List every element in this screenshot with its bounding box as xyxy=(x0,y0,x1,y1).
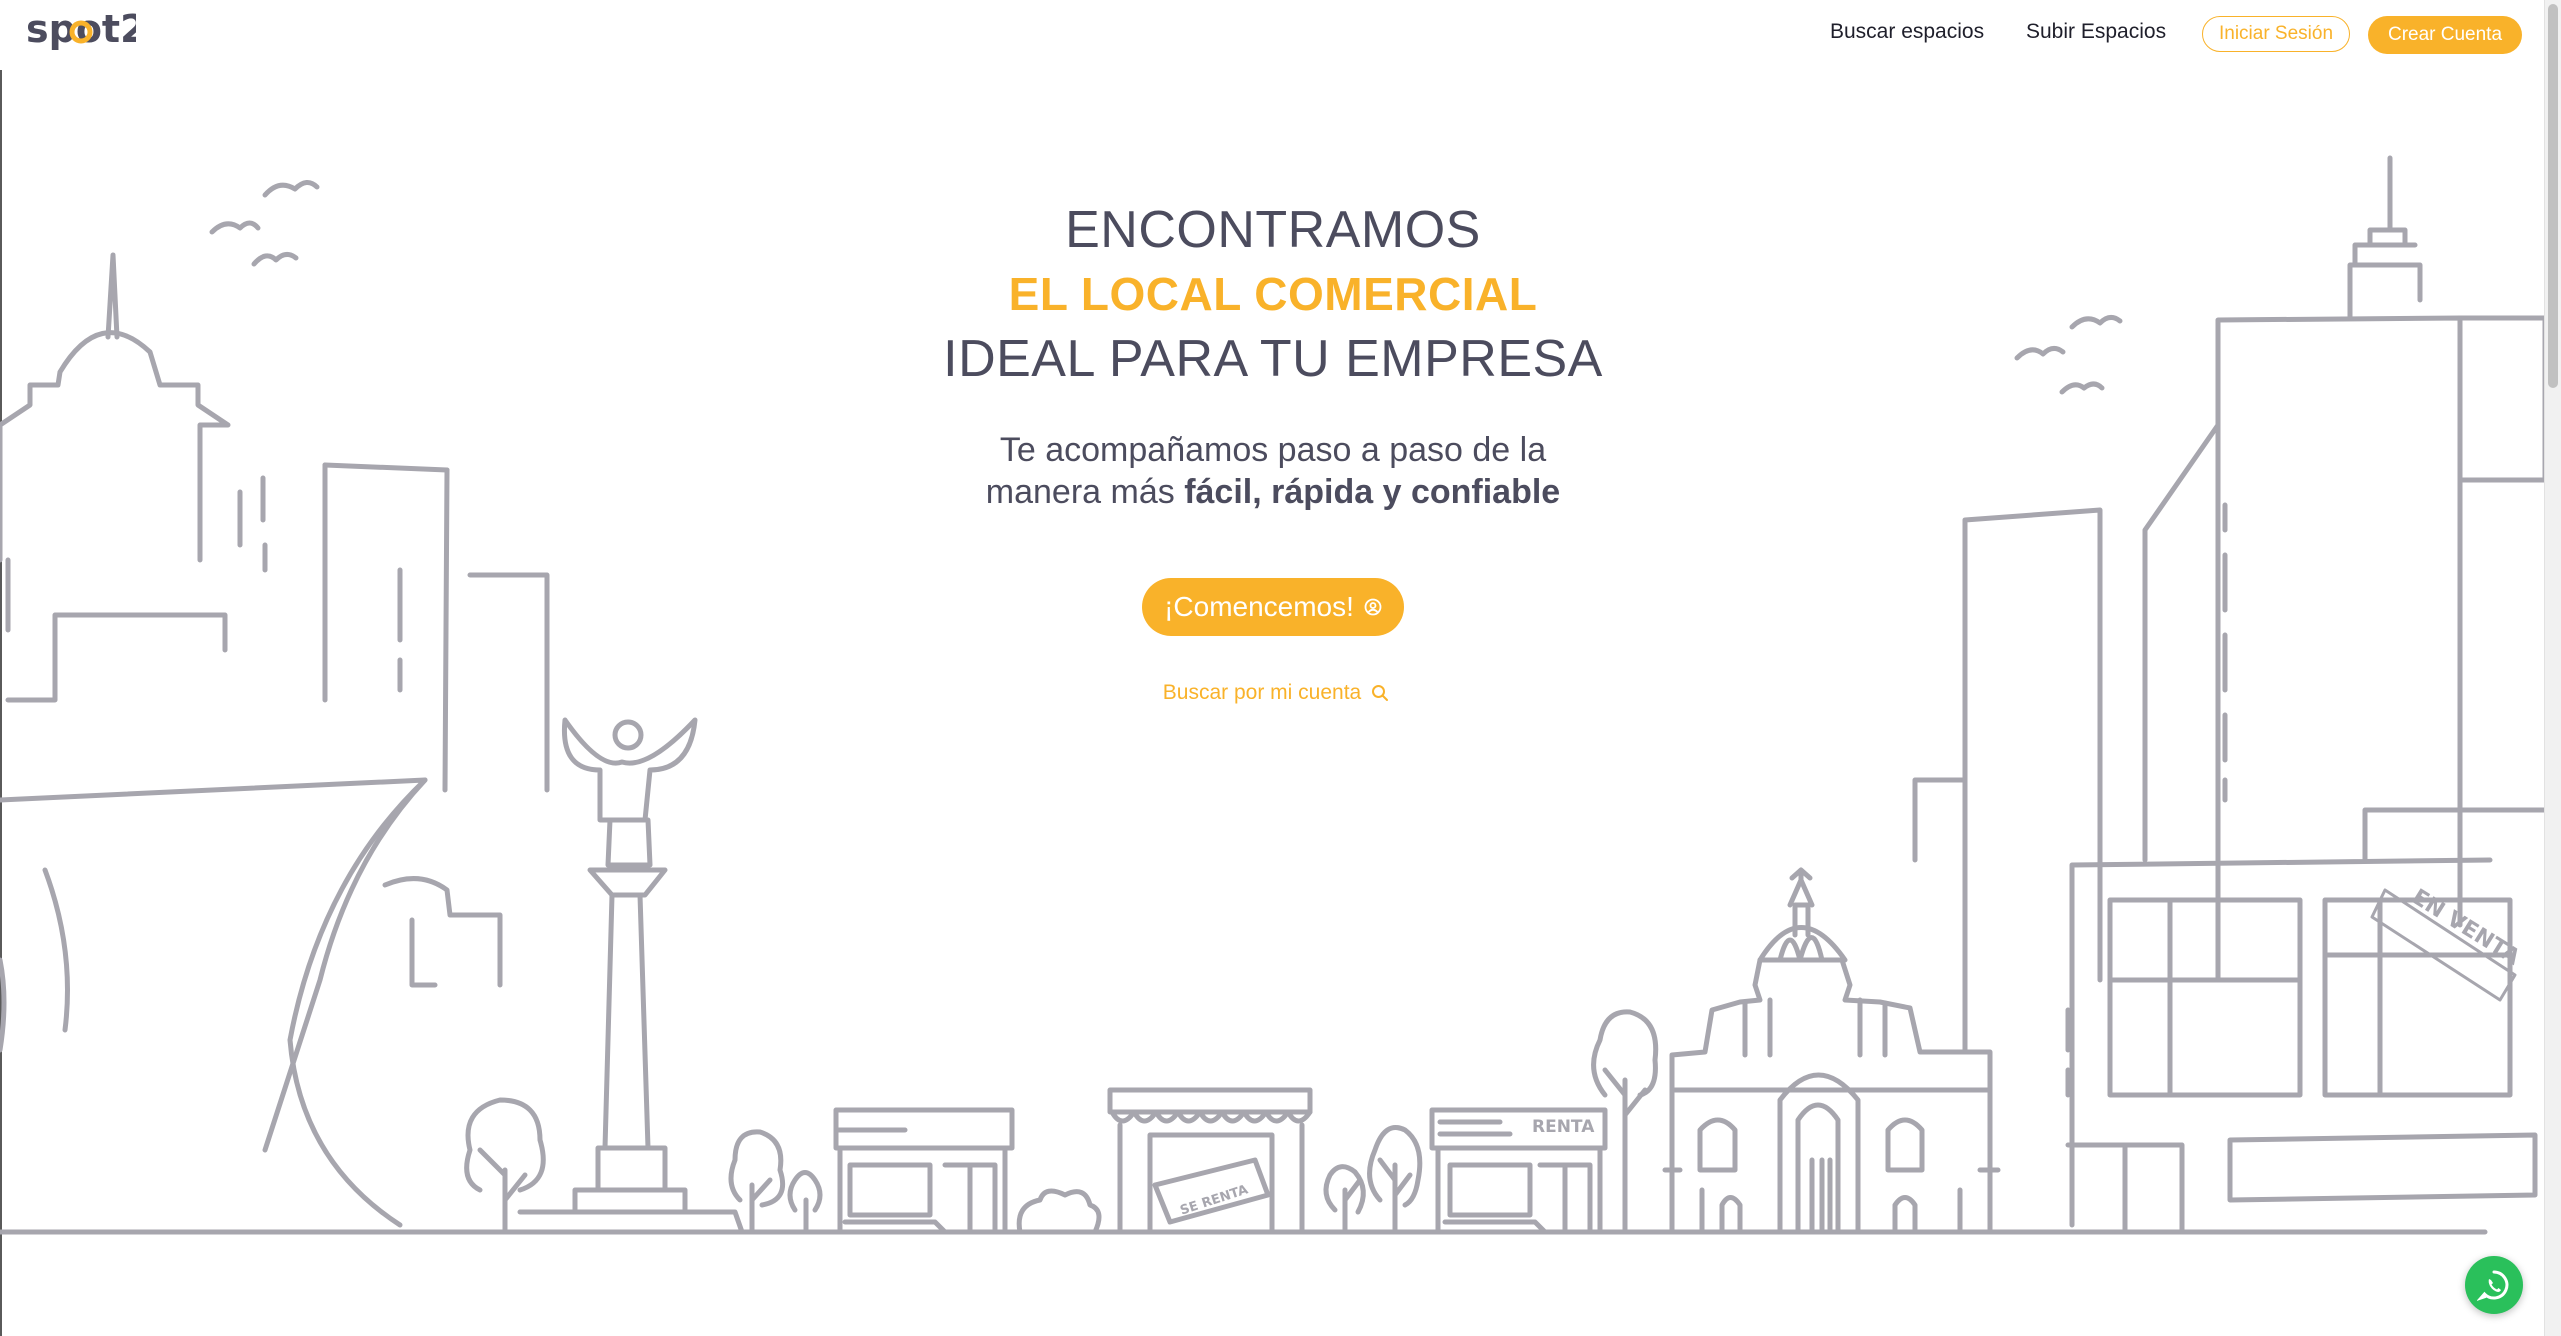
sign-renta: RENTA xyxy=(1532,1117,1595,1137)
top-navbar: spot2 Buscar espacios Subir Espacios Ini… xyxy=(0,0,2545,70)
hero-section: ENCONTRAMOS EL LOCAL COMERCIAL IDEAL PAR… xyxy=(880,195,1666,513)
whatsapp-button[interactable] xyxy=(2465,1256,2523,1314)
start-button-label: ¡Comencemos! xyxy=(1164,591,1354,622)
search-on-my-own-link[interactable]: Buscar por mi cuenta xyxy=(1152,678,1400,708)
page: SE RENTA RENTA EN VENTA spot2 Buscar esp… xyxy=(0,0,2561,1336)
search-link-label: Buscar por mi cuenta xyxy=(1162,681,1362,704)
user-circle-icon xyxy=(1364,598,1382,616)
whatsapp-icon xyxy=(2477,1270,2509,1301)
hero-title-highlight: EL LOCAL COMERCIAL xyxy=(1008,268,1538,320)
signup-button[interactable]: Crear Cuenta xyxy=(2368,16,2522,54)
scrollbar-thumb[interactable] xyxy=(2548,4,2558,388)
hero-subtitle: Te acompañamos paso a paso de la manera … xyxy=(983,429,1563,513)
login-button[interactable]: Iniciar Sesión xyxy=(2202,16,2350,52)
hero-subtitle-bold: fácil, rápida y confiable xyxy=(1184,473,1561,511)
nav-link-search-spaces[interactable]: Buscar espacios xyxy=(1830,20,1984,44)
hero-title-line1: ENCONTRAMOS xyxy=(1065,201,1481,259)
nav-link-upload-spaces[interactable]: Subir Espacios xyxy=(2026,20,2166,44)
vertical-scrollbar[interactable] xyxy=(2544,0,2561,1336)
hero-title-line3: IDEAL PARA TU EMPRESA xyxy=(943,330,1603,388)
logo-text: spot2 xyxy=(26,10,136,51)
spot2-logo[interactable]: spot2 xyxy=(26,10,136,56)
start-button[interactable]: ¡Comencemos! xyxy=(1142,578,1404,636)
search-icon xyxy=(1372,685,1389,701)
